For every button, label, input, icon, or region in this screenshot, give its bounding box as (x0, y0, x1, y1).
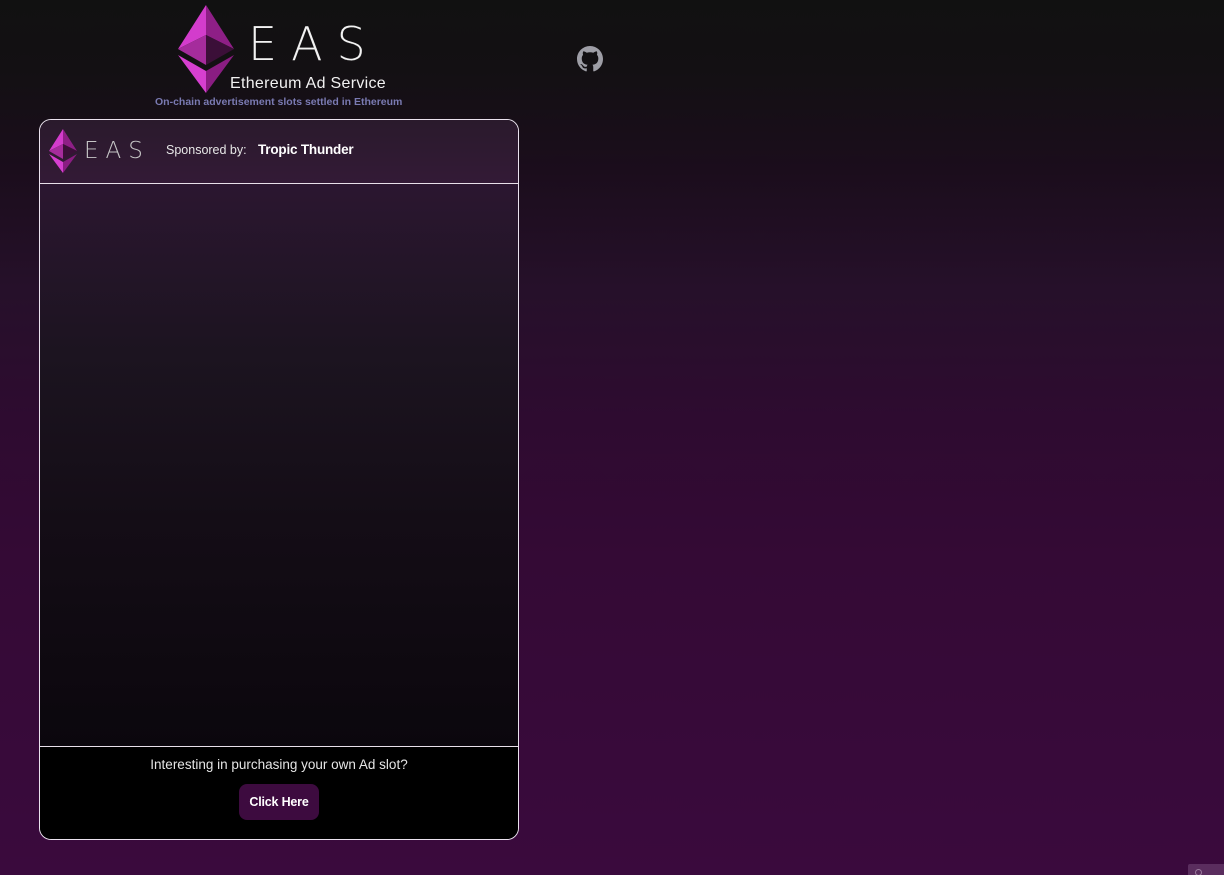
sponsor-name: Tropic Thunder (258, 142, 354, 157)
logo-letters: EAS (248, 17, 380, 71)
tagline: On-chain advertisement slots settled in … (155, 96, 403, 108)
ad-slot-card: EAS Sponsored by: Tropic Thunder Interes… (39, 119, 519, 840)
ad-logo-letters: EAS (84, 138, 150, 164)
ethereum-diamond-icon (49, 129, 77, 173)
ad-footer: Interesting in purchasing your own Ad sl… (40, 747, 518, 839)
ad-content-area[interactable] (40, 184, 518, 747)
corner-widget[interactable] (1188, 864, 1224, 875)
eas-logo: EAS Ethereum Ad Service (176, 5, 386, 95)
service-name: Ethereum Ad Service (230, 75, 386, 92)
ad-header: EAS Sponsored by: Tropic Thunder (40, 120, 518, 184)
ad-eas-logo: EAS (49, 129, 143, 175)
ethereum-diamond-icon (178, 5, 234, 93)
widget-icon (1195, 869, 1202, 875)
github-icon[interactable] (577, 46, 603, 72)
sponsored-label: Sponsored by: (166, 143, 247, 157)
purchase-ad-button[interactable]: Click Here (239, 784, 319, 820)
purchase-prompt: Interesting in purchasing your own Ad sl… (150, 757, 408, 772)
